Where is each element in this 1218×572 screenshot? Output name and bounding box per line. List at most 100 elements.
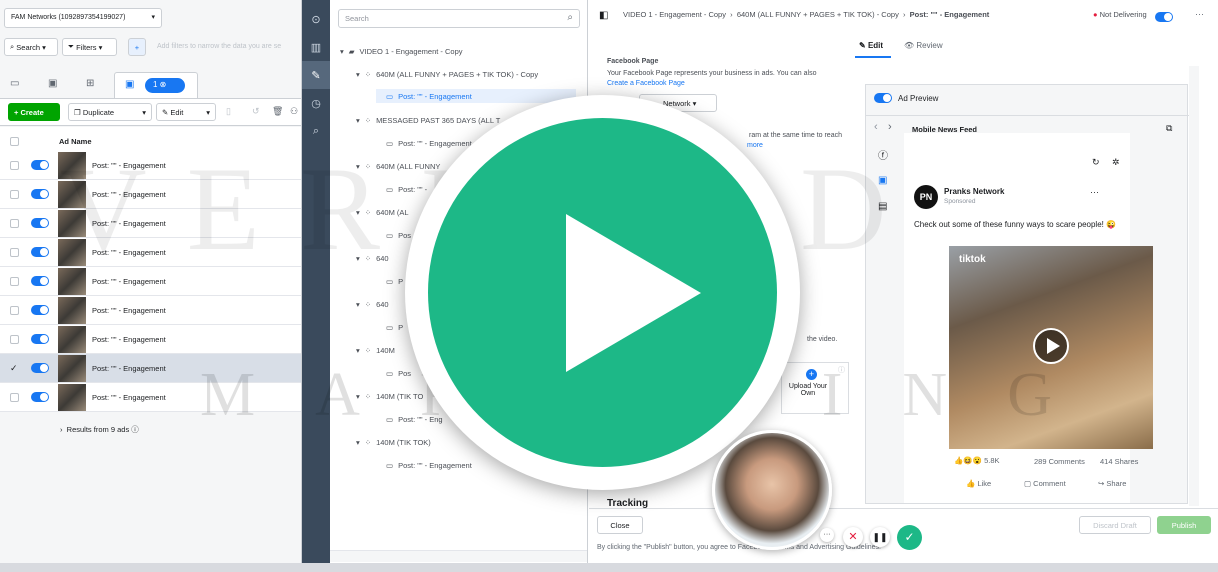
selected-count-badge[interactable]: 1 ⊗ — [145, 78, 185, 93]
chart-icon[interactable]: ▥ — [302, 33, 330, 61]
adset-icon: ⁘ — [364, 69, 372, 79]
checked-checkbox[interactable]: ✓ — [10, 363, 19, 373]
discard-draft-button[interactable]: Discard Draft — [1079, 516, 1151, 534]
caret-icon: ▾ — [356, 437, 360, 447]
open-external-icon[interactable]: ⧉ — [1166, 123, 1172, 134]
row-checkbox[interactable] — [10, 392, 19, 402]
ab-test-icon[interactable]: ▯ — [226, 106, 231, 117]
tree-scrollbar[interactable] — [330, 550, 587, 562]
table-row[interactable]: Post: "" - Engagement — [0, 325, 301, 354]
pencil-icon[interactable]: ✎ — [302, 61, 330, 89]
tree-adset[interactable]: ▾ ⁘ 640 — [356, 297, 389, 311]
delivery-toggle[interactable] — [31, 276, 49, 286]
tab-review[interactable]: 👁 Review — [904, 41, 943, 50]
ad-icon: ▭ — [386, 322, 394, 332]
ad-status-toggle[interactable] — [1155, 12, 1173, 22]
tree-ad[interactable]: ▭ P — [386, 320, 403, 334]
recorder-cancel-icon[interactable]: ✕ — [843, 527, 863, 547]
ad-name[interactable]: Post: "" - Engagement — [92, 393, 166, 402]
add-filter-button[interactable]: + — [128, 38, 146, 56]
grid-tab-icon[interactable]: ⊞ — [86, 78, 94, 89]
collapse-icon[interactable]: ⊙ — [302, 5, 330, 33]
video-play-overlay[interactable] — [405, 95, 800, 490]
recorder-done-icon[interactable]: ✓ — [897, 525, 922, 550]
row-checkbox[interactable] — [10, 160, 19, 170]
prev-arrow-icon[interactable]: ‹ — [874, 121, 878, 133]
close-button[interactable]: Close — [597, 516, 643, 534]
edit-button[interactable]: ✎ Edit ▾ — [156, 103, 216, 121]
delivery-toggle[interactable] — [31, 189, 49, 199]
bug-icon[interactable]: ✲ — [1112, 157, 1120, 168]
clock-icon[interactable]: ◷ — [302, 89, 330, 117]
row-checkbox[interactable] — [10, 334, 19, 344]
create-button[interactable]: + Create — [8, 103, 60, 121]
breadcrumb-adset[interactable]: 640M (ALL FUNNY + PAGES + TIK TOK) - Cop… — [737, 10, 899, 19]
ads-tab[interactable]: ▣ 1 ⊗ — [114, 72, 198, 98]
ad-name[interactable]: Post: "" - Engagement — [92, 306, 166, 315]
delivery-toggle[interactable] — [31, 305, 49, 315]
breadcrumb-campaign[interactable]: VIDEO 1 - Engagement - Copy — [623, 10, 726, 19]
publish-button[interactable]: Publish — [1157, 516, 1211, 534]
tree-ad[interactable]: ▭ Post: "" - Engagement — [386, 458, 472, 472]
fb-page-heading: Facebook Page — [607, 58, 659, 65]
recorder-more-icon[interactable]: ··· — [820, 528, 834, 542]
tree-adset[interactable]: ▾ ⁘ 140M (TIK TOK) — [356, 435, 431, 449]
tree-search-input[interactable]: Search ⌕ — [338, 9, 580, 28]
undo-icon[interactable]: ↺ — [252, 106, 260, 117]
breadcrumb-ad: Post: "" - Engagement — [909, 10, 990, 19]
delivery-toggle[interactable] — [31, 363, 49, 373]
tree-adset[interactable]: ▾ ⁘ MESSAGED PAST 365 DAYS (ALL T — [356, 113, 500, 127]
tree-adset[interactable]: ▾ ⁘ 140M — [356, 343, 395, 357]
ad-preview-toggle[interactable] — [874, 93, 892, 103]
refresh-icon[interactable]: ↻ — [1092, 157, 1100, 168]
account-selector[interactable]: FAM Networks (1092897354199027) ▾ — [4, 8, 162, 28]
shares-count[interactable]: 414 Shares — [1100, 457, 1138, 466]
ad-name[interactable]: Post: "" - Engagement — [92, 335, 166, 344]
results-label: Results from 9 ads — [66, 425, 130, 434]
create-page-link[interactable]: Create a Facebook Page — [607, 80, 685, 87]
row-checkbox[interactable] — [10, 305, 19, 315]
people-icon[interactable]: ⚇ — [290, 106, 298, 117]
search-button[interactable]: ⌕ Search ▾ — [4, 38, 58, 56]
video-play-button[interactable] — [1033, 328, 1069, 364]
reaction-count[interactable]: 👍😆😮 5.8K — [954, 456, 1000, 465]
tree-ad-selected[interactable]: ▭ Post: "" - Engagement — [376, 89, 576, 103]
tree-adset-label: MESSAGED PAST 365 DAYS (ALL T — [376, 115, 501, 125]
info-icon: ⓘ — [131, 425, 139, 434]
filters-button[interactable]: ⏷ Filters ▾ — [62, 38, 117, 56]
delivery-toggle[interactable] — [31, 160, 49, 170]
like-button[interactable]: 👍 Like — [966, 479, 991, 488]
row-checkbox[interactable] — [10, 189, 19, 199]
delivery-toggle[interactable] — [31, 392, 49, 402]
editor-scrollbar[interactable] — [1189, 66, 1199, 506]
page-name: Pranks Network — [944, 187, 1005, 196]
delivery-toggle[interactable] — [31, 247, 49, 257]
share-button[interactable]: ↪ Share — [1098, 479, 1126, 488]
campaigns-tab-icon[interactable]: ▭ — [10, 78, 19, 89]
adsets-tab-icon[interactable]: ▣ — [48, 78, 57, 89]
filter-placeholder[interactable]: Add filters to narrow the data you are s… — [157, 43, 281, 50]
ad-thumbnail — [58, 354, 86, 382]
row-checkbox[interactable] — [10, 276, 19, 286]
post-more-icon[interactable]: ··· — [1090, 187, 1099, 197]
duplicate-button[interactable]: ❐ Duplicate ▾ — [68, 103, 152, 121]
results-summary[interactable]: › Results from 9 ads ⓘ — [60, 424, 139, 435]
table-row[interactable]: Post: "" - Engagement — [0, 296, 301, 325]
row-checkbox[interactable] — [10, 247, 19, 257]
delivery-toggle[interactable] — [31, 218, 49, 228]
tab-edit[interactable]: ✎ Edit — [859, 41, 883, 50]
recorder-pause-icon[interactable]: ❚❚ — [870, 527, 890, 547]
comments-count[interactable]: 289 Comments — [1034, 457, 1085, 466]
select-all-checkbox[interactable] — [10, 136, 19, 146]
row-checkbox[interactable] — [10, 218, 19, 228]
ad-name[interactable]: Post: "" - Engagement — [92, 364, 166, 373]
trash-icon[interactable]: 🗑 — [272, 106, 283, 117]
tree-adset[interactable]: ▾ ⁘ 640M (ALL FUNNY + PAGES + TIK TOK) - C… — [356, 67, 538, 81]
panel-toggle-icon[interactable]: ◧ — [599, 10, 608, 21]
tree-adset-label: 640M (ALL FUNNY + PAGES + TIK TOK) - Cop… — [376, 69, 539, 79]
tree-campaign[interactable]: ▾ ▰ VIDEO 1 - Engagement - Copy — [340, 44, 463, 58]
comment-button[interactable]: ▢ Comment — [1024, 479, 1066, 488]
next-arrow-icon[interactable]: › — [888, 121, 892, 133]
delivery-toggle[interactable] — [31, 334, 49, 344]
more-icon[interactable]: ··· — [1195, 9, 1204, 19]
